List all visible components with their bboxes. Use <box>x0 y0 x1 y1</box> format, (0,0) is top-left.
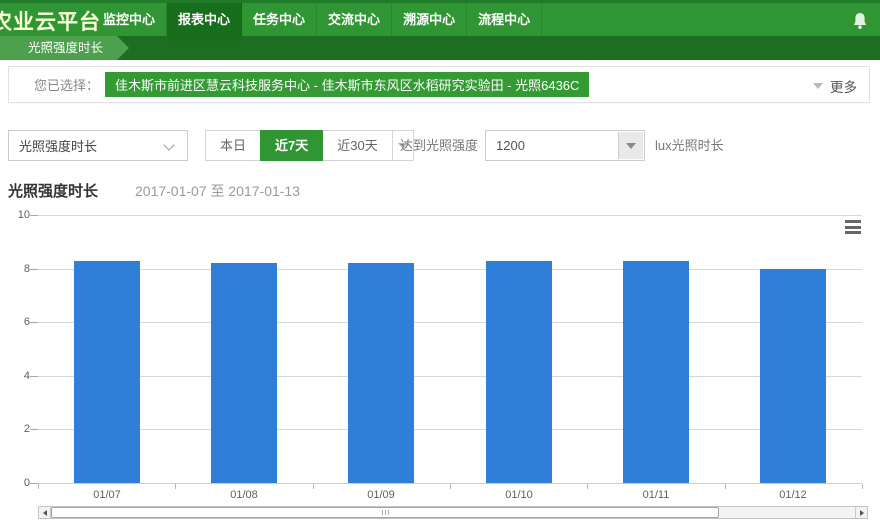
scroll-right-button[interactable] <box>855 507 867 518</box>
arrow-right-icon <box>860 510 864 516</box>
scrollbar-thumb[interactable] <box>51 507 719 518</box>
x-axis-label: 01/07 <box>67 489 147 501</box>
gridline <box>38 376 862 377</box>
x-axis-tick <box>587 484 588 489</box>
breadcrumb-bar: 光照强度时长 <box>0 36 880 60</box>
gridline <box>38 429 862 430</box>
y-axis-label: 6 <box>0 316 30 328</box>
threshold-input[interactable] <box>486 131 618 160</box>
x-axis-label: 01/11 <box>616 489 696 501</box>
more-button[interactable]: 更多 <box>813 67 857 104</box>
y-axis-tick <box>30 429 38 430</box>
chevron-down-icon <box>163 139 174 150</box>
arrow-left-icon <box>43 510 47 516</box>
selected-device-chip[interactable]: 佳木斯市前进区慧云科技服务中心 - 佳木斯市东风区水稻研究实验田 - 光照643… <box>105 72 589 97</box>
chart-horizontal-scrollbar[interactable] <box>38 506 868 519</box>
x-axis-label: 01/12 <box>753 489 833 501</box>
x-axis-label: 01/09 <box>341 489 421 501</box>
x-axis-tick <box>862 484 863 489</box>
nav-tab-monitor[interactable]: 监控中心 <box>92 3 167 36</box>
y-axis-label: 8 <box>0 263 30 275</box>
chart-bar[interactable] <box>760 269 826 483</box>
gridline <box>38 322 862 323</box>
x-axis-tick <box>38 484 39 489</box>
y-axis-tick <box>30 215 38 216</box>
threshold-field <box>485 130 645 161</box>
chart-title: 光照强度时长 <box>8 180 98 201</box>
y-axis-label: 2 <box>0 423 30 435</box>
x-axis-tick <box>175 484 176 489</box>
chart-bar[interactable] <box>74 261 140 483</box>
more-button-label: 更多 <box>830 76 857 96</box>
scroll-left-button[interactable] <box>39 507 51 518</box>
threshold-caret-button[interactable] <box>618 132 643 159</box>
y-axis-label: 0 <box>0 477 30 489</box>
x-axis-tick <box>450 484 451 489</box>
chart-bar[interactable] <box>623 261 689 483</box>
x-axis-tick <box>313 484 314 489</box>
range-button-30days[interactable]: 近30天 <box>322 130 392 161</box>
nav-tabs: 监控中心 报表中心 任务中心 交流中心 溯源中心 流程中心 <box>92 3 542 36</box>
breadcrumb[interactable]: 光照强度时长 <box>0 36 117 60</box>
threshold-label: 达到光照强度 <box>400 130 478 161</box>
app-window: 农业云平台 监控中心 报表中心 任务中心 交流中心 溯源中心 流程中心 光照强度… <box>0 0 880 521</box>
caret-down-icon <box>626 143 636 149</box>
y-axis-tick <box>30 483 38 484</box>
chart-bar[interactable] <box>211 263 277 483</box>
x-axis-label: 01/08 <box>204 489 284 501</box>
chart-menu-icon[interactable] <box>842 217 864 237</box>
nav-tab-process[interactable]: 流程中心 <box>467 3 542 36</box>
x-axis-tick <box>725 484 726 489</box>
nav-tab-trace[interactable]: 溯源中心 <box>392 3 467 36</box>
chart-bar[interactable] <box>348 263 414 483</box>
top-navbar: 农业云平台 监控中心 报表中心 任务中心 交流中心 溯源中心 流程中心 <box>0 0 880 36</box>
caret-down-icon <box>813 83 823 89</box>
range-button-7days[interactable]: 近7天 <box>260 130 323 161</box>
range-button-today[interactable]: 本日 <box>205 130 261 161</box>
chart-date-range: 2017-01-07 至 2017-01-13 <box>135 181 300 201</box>
gridline <box>38 269 862 270</box>
nav-tab-communication[interactable]: 交流中心 <box>317 3 392 36</box>
unit-label: lux光照时长 <box>655 130 724 161</box>
metric-select[interactable]: 光照强度时长 <box>8 130 188 161</box>
selection-label: 您已选择： <box>34 75 99 94</box>
gridline <box>38 215 862 216</box>
chart-bar[interactable] <box>486 261 552 483</box>
y-axis-tick <box>30 322 38 323</box>
y-axis-tick <box>30 269 38 270</box>
metric-select-value: 光照强度时长 <box>19 136 97 155</box>
y-axis-label: 4 <box>0 370 30 382</box>
y-axis-tick <box>30 376 38 377</box>
x-axis-label: 01/10 <box>479 489 559 501</box>
nav-tab-task[interactable]: 任务中心 <box>242 3 317 36</box>
y-axis-label: 10 <box>0 209 30 221</box>
selection-panel: 您已选择： 佳木斯市前进区慧云科技服务中心 - 佳木斯市东风区水稻研究实验田 -… <box>8 66 870 103</box>
bell-icon[interactable] <box>852 12 868 30</box>
date-range-group: 本日 近7天 近30天 <box>205 130 414 161</box>
nav-tab-report[interactable]: 报表中心 <box>167 3 242 36</box>
brand-logo: 农业云平台 <box>0 6 101 39</box>
bar-chart: 0 2 4 6 8 10 01/07 01/08 01/09 01/10 01/11 01/12 <box>0 205 880 505</box>
